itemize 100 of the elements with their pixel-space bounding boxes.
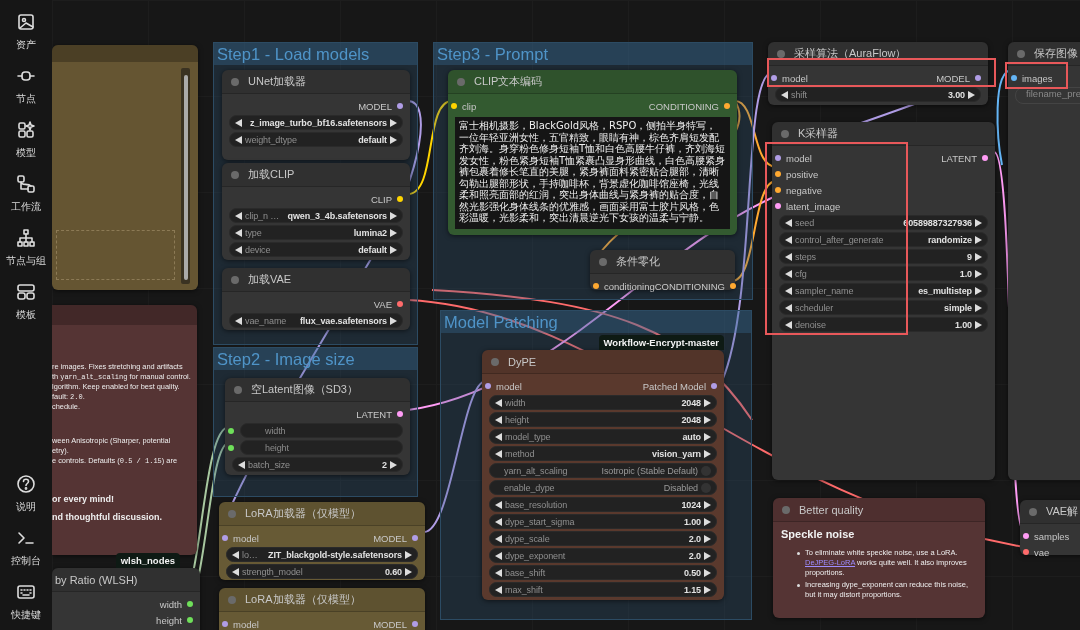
node-card[interactable]: VAE解 samples vae (1020, 500, 1080, 555)
value-stepper[interactable]: type lumina2 (229, 225, 403, 240)
sidebar-item[interactable]: 快捷键 (11, 582, 41, 622)
value-stepper[interactable]: dype_exponent 2.0 (489, 548, 717, 563)
socket-dot[interactable] (412, 535, 418, 541)
value-stepper[interactable]: model_type auto (489, 429, 717, 444)
socket-dot[interactable] (1023, 533, 1029, 539)
socket-dot[interactable] (1023, 549, 1029, 555)
toggle-field[interactable]: enable_dype Disabled (489, 480, 717, 495)
value-stepper[interactable]: batch_size 2 (232, 457, 403, 472)
node-card[interactable]: UNet加载器 MODEL z_image_turbo_bf16.safetensors weight_dtype default (222, 70, 410, 160)
sidebar-item[interactable]: 模型 (16, 120, 36, 160)
value-stepper[interactable]: weight_dtype default (229, 132, 403, 147)
status-dot-icon[interactable] (234, 385, 242, 394)
socket-dot[interactable] (975, 75, 981, 81)
input-widget[interactable]: width (240, 423, 403, 438)
status-dot-icon[interactable] (1017, 49, 1025, 58)
value-stepper[interactable]: max_shift 1.15 (489, 582, 717, 597)
value-stepper[interactable]: cfg 1.0 (779, 266, 988, 281)
node-card[interactable]: LoRA加载器（仅模型） model MODEL lo… ZIT_blackgold-style.safetensors strength_model 0.60 (219, 502, 425, 580)
node-card[interactable]: by Ratio (WLSH) width height (52, 568, 200, 630)
node-card[interactable] (448, 70, 737, 235)
input-widget[interactable]: height (240, 440, 403, 455)
socket-dot[interactable] (187, 601, 193, 607)
status-dot-icon[interactable] (781, 129, 789, 138)
arrow-left-icon[interactable] (238, 460, 245, 469)
node-card[interactable]: 加载CLIP CLIP clip_n … qwen_3_4b.safetensors type lumina2 device default (222, 163, 410, 260)
prompt-textarea[interactable]: 富士相机摄影，BlackGold风格，RSPO，侧拍半身特写，一位年轻亚洲女性，五官精致，眼睛有神，棕色齐肩短发配齐刘海。身穿粉色修身短袖T恤和白色高腰牛仔裤，齐刘海短发女性，粉色紧身短袖T恤紧裹凸显身形曲线，白色高腰紧身裤包裹着修长笔直的美腿，紧身裤面料紧密贴合腿部，清晰勾勒出腿部形状，手持咖啡杯，背景虚化咖啡馆座椅，光线柔和照亮面部的红润，突出身体曲线与紧身裤的贴合度，自然光影强化身体线条的优雅感，画面采用富士胶片风格，色彩温暖，光影柔和，突出清晨逆光下女孩的温柔与宁静。 (455, 117, 730, 229)
sidebar-item[interactable]: 模板 (16, 282, 36, 322)
socket-dot[interactable] (775, 171, 781, 177)
socket-dot[interactable] (771, 75, 777, 81)
socket-dot[interactable] (397, 103, 403, 109)
status-dot-icon[interactable] (231, 77, 239, 86)
arrow-right-icon[interactable] (968, 90, 975, 99)
status-dot-icon[interactable] (231, 275, 239, 284)
arrow-left-icon[interactable] (781, 90, 788, 99)
sidebar-item[interactable]: 工作流 (11, 174, 41, 214)
value-stepper[interactable]: dype_start_sigma 1.00 (489, 514, 717, 529)
socket-dot[interactable] (724, 103, 730, 109)
socket-dot[interactable] (729, 283, 736, 289)
text-field[interactable]: filename_pre (1015, 87, 1080, 104)
status-dot-icon[interactable] (1029, 507, 1037, 516)
socket-dot[interactable] (412, 621, 418, 627)
value-stepper[interactable]: z_image_turbo_bf16.safetensors (229, 115, 403, 130)
socket-dot[interactable] (222, 621, 228, 627)
status-dot-icon[interactable] (782, 505, 790, 514)
status-dot-icon[interactable] (228, 595, 236, 604)
value-stepper[interactable]: steps 9 (779, 249, 988, 264)
value-stepper[interactable]: method vision_yarn (489, 446, 717, 461)
socket-dot[interactable] (397, 196, 403, 202)
toggle-switch[interactable] (701, 465, 711, 476)
socket-dot[interactable] (1011, 75, 1017, 81)
socket-dot[interactable] (187, 617, 193, 623)
status-dot-icon[interactable] (777, 49, 785, 58)
value-stepper[interactable]: dype_scale 2.0 (489, 531, 717, 546)
toggle-field[interactable]: yarn_alt_scaling Isotropic (Stable Default) (489, 463, 717, 478)
value-stepper[interactable]: vae_name flux_vae.safetensors (229, 313, 403, 328)
socket-dot[interactable] (485, 383, 491, 389)
socket-dot[interactable] (593, 283, 599, 289)
value-stepper[interactable]: width 2048 (489, 395, 717, 410)
sidebar-item[interactable]: 节点 (16, 66, 36, 106)
socket-dot[interactable] (228, 427, 234, 434)
value-stepper[interactable]: clip_n … qwen_3_4b.safetensors (229, 208, 403, 223)
arrow-right-icon[interactable] (390, 460, 397, 469)
note-textarea[interactable] (56, 68, 190, 284)
socket-dot[interactable] (982, 155, 988, 161)
status-dot-icon[interactable] (228, 509, 236, 518)
socket-dot[interactable] (775, 203, 781, 209)
socket-dot[interactable] (451, 103, 457, 109)
node-card[interactable]: 保存图像 images filename_pre (1008, 42, 1080, 480)
node-card[interactable]: 加载VAE VAE vae_name flux_vae.safetensors (222, 268, 410, 330)
sidebar-item[interactable]: 说明 (16, 474, 36, 514)
value-stepper[interactable]: sampler_name es_multistep (779, 283, 988, 298)
socket-dot[interactable] (775, 187, 781, 193)
socket-dot[interactable] (775, 155, 781, 161)
value-stepper[interactable]: control_after_generate randomize (779, 232, 988, 247)
value-stepper[interactable]: base_shift 0.50 (489, 565, 717, 580)
node-card[interactable] (482, 350, 724, 600)
socket-dot[interactable] (222, 535, 228, 541)
value-stepper[interactable]: lo… ZIT_blackgold-style.safetensors (226, 547, 418, 562)
value-stepper[interactable]: strength_model 0.60 (226, 564, 418, 579)
toggle-switch[interactable] (701, 482, 711, 493)
status-dot-icon[interactable] (599, 257, 607, 266)
node-card[interactable]: 空Latent图像（SD3） LATENT width height batch_size 2 (225, 378, 410, 475)
arrow-right-icon[interactable] (390, 316, 397, 325)
value-stepper[interactable]: shift 3.00 (775, 87, 981, 102)
value-stepper[interactable]: base_resolution 1024 (489, 497, 717, 512)
socket-dot[interactable] (397, 411, 403, 417)
sidebar-item[interactable]: 控制台 (11, 528, 41, 568)
scrollbar[interactable] (181, 68, 190, 284)
status-dot-icon[interactable] (457, 77, 465, 86)
value-stepper[interactable]: height 2048 (489, 412, 717, 427)
node-card[interactable]: LoRA加载器（仅模型） model MODEL (219, 588, 425, 630)
status-dot-icon[interactable] (491, 357, 499, 366)
value-stepper[interactable]: scheduler simple (779, 300, 988, 315)
socket-dot[interactable] (711, 383, 717, 389)
sidebar-item[interactable]: 节点与组 (6, 228, 46, 268)
value-stepper[interactable]: denoise 1.00 (779, 317, 988, 332)
socket-dot[interactable] (228, 444, 234, 451)
node-card[interactable]: 条件零化 conditioningCONDITIONING (590, 250, 735, 290)
